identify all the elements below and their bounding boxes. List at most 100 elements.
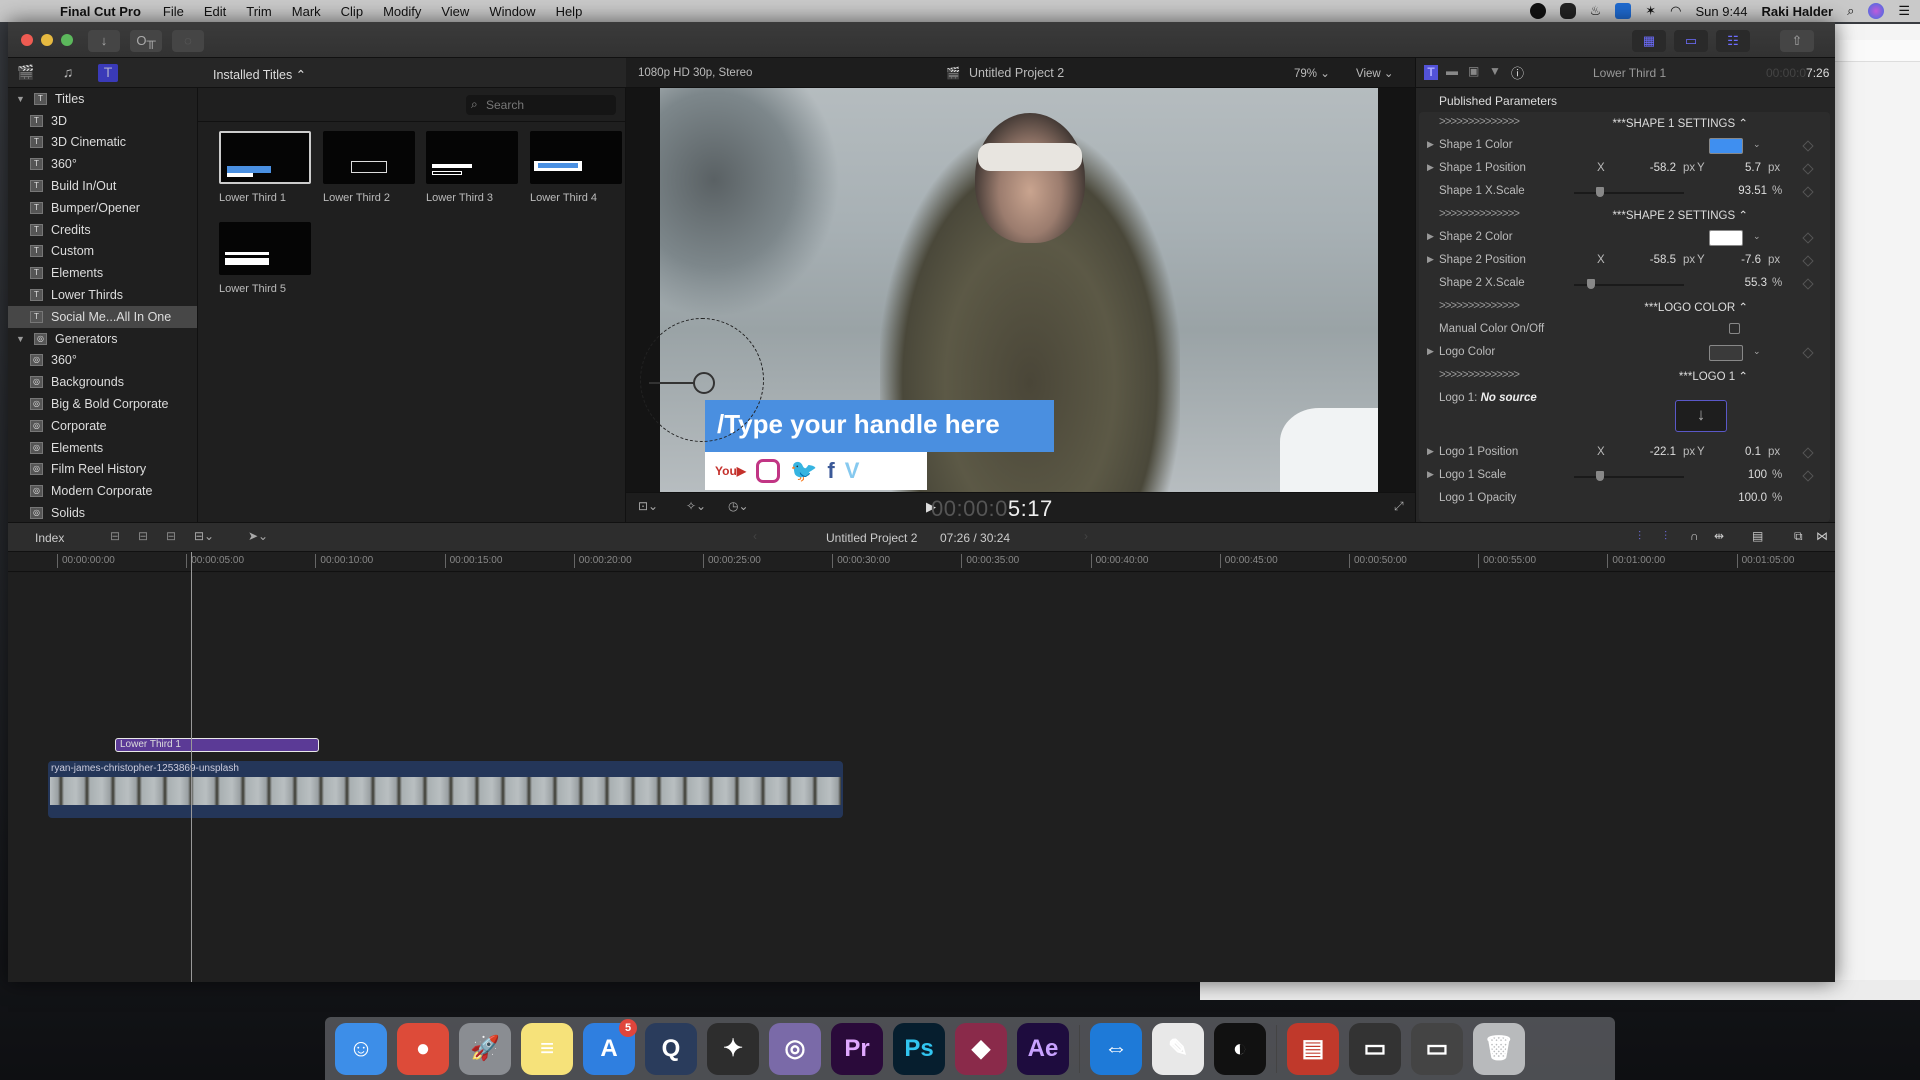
value-field[interactable]: 100 <box>1709 469 1767 481</box>
disclosure-triangle-icon[interactable]: ▶ <box>1427 254 1434 265</box>
sidebar-item[interactable]: T Custom <box>8 241 197 263</box>
dock-window-preview-1-icon[interactable]: ▭ <box>1349 1022 1401 1075</box>
dock-app-store-icon[interactable]: A5 <box>583 1018 637 1075</box>
y-value-field[interactable]: 5.7 <box>1709 162 1761 174</box>
sidebar-item[interactable]: ◎ Backgrounds <box>8 371 197 393</box>
sidebar-item[interactable]: T 3D Cinematic <box>8 132 197 154</box>
sidebar-item[interactable]: ◎ Big & Bold Corporate <box>8 393 197 415</box>
select-tool-icon[interactable]: ➤⌄ <box>248 529 268 543</box>
y-value-field[interactable]: 0.1 <box>1709 446 1761 458</box>
transform-onscreen-control[interactable] <box>640 318 764 442</box>
connect-clip-icon[interactable]: ⊟ <box>110 529 120 543</box>
background-tasks-button[interactable]: ◌ <box>172 30 204 52</box>
photos-audio-tab-icon[interactable]: ♫ <box>58 64 78 82</box>
teamviewer-icon[interactable] <box>1615 3 1632 19</box>
dock-finder-icon[interactable]: ☺ <box>335 1022 387 1075</box>
title-inspector-icon[interactable]: T <box>1424 65 1438 80</box>
timecode-display[interactable]: 00:00:05:17 <box>931 496 1053 522</box>
dock-after-effects-icon[interactable]: Ae <box>1017 1022 1069 1075</box>
dock-obs-icon[interactable]: ◐ <box>1214 1022 1266 1075</box>
toggle-browser-button[interactable]: ▦ <box>1632 30 1666 52</box>
fullscreen-icon[interactable]: ⤢ <box>1394 499 1404 514</box>
avast-icon[interactable]: ✶ <box>1645 3 1656 19</box>
solo-icon[interactable]: ∩ <box>1690 529 1699 543</box>
dock-textedit-icon[interactable]: ✎ <box>1152 1022 1204 1075</box>
overwrite-clip-icon[interactable]: ⊟⌄ <box>194 529 214 543</box>
playhead[interactable] <box>191 552 192 982</box>
zoom-level-popup[interactable]: 79% ⌄ <box>1294 66 1330 80</box>
dock-window-preview-2-icon[interactable]: ▭ <box>1411 1022 1463 1075</box>
keyframe-icon[interactable] <box>1802 232 1814 244</box>
image-well-drop-zone[interactable]: ↓ <box>1675 400 1727 432</box>
background-window[interactable] <box>1835 24 1920 1000</box>
toggle-timeline-button[interactable]: ▭ <box>1674 30 1708 52</box>
dock-notes-icon[interactable]: ≡ <box>521 1022 573 1075</box>
dock-media-encoder-icon[interactable]: ◆ <box>955 1022 1007 1075</box>
transform-menu-icon[interactable]: ⊡⌄ <box>638 499 658 513</box>
slider-thumb[interactable] <box>1596 471 1604 481</box>
user-name[interactable]: Raki Halder <box>1762 4 1834 19</box>
disclosure-triangle-icon[interactable]: ▼ <box>16 334 28 344</box>
forward-arrow-icon[interactable]: › <box>1084 529 1088 543</box>
sidebar-item[interactable]: T Lower Thirds <box>8 284 197 306</box>
keyframe-icon[interactable] <box>1802 163 1814 175</box>
minimize-window-button[interactable] <box>41 34 53 46</box>
transitions-browser-icon[interactable]: ⋈ <box>1816 529 1828 543</box>
dock-quicktime-icon[interactable]: Q <box>645 1022 697 1075</box>
section-popup[interactable]: ***SHAPE 2 SETTINGS ⌃ <box>1612 208 1748 222</box>
slider-thumb[interactable] <box>1587 279 1596 289</box>
sidebar-item[interactable]: T 3D <box>8 110 197 132</box>
menu-view[interactable]: View <box>431 4 479 19</box>
title-thumb-lower-third-4[interactable] <box>530 131 622 184</box>
sidebar-item[interactable]: T Elements <box>8 262 197 284</box>
manual-color-checkbox[interactable] <box>1729 323 1740 334</box>
value-field[interactable]: 100.0 <box>1709 492 1767 504</box>
value-field[interactable]: 93.51 <box>1709 185 1767 197</box>
slider[interactable] <box>1574 279 1684 289</box>
color-swatch[interactable] <box>1709 138 1743 154</box>
import-button[interactable]: ↓ <box>88 30 120 52</box>
sidebar-item-selected[interactable]: T Social Me...All In One <box>8 305 197 328</box>
disclosure-triangle-icon[interactable]: ▶ <box>1427 446 1434 457</box>
menu-trim[interactable]: Trim <box>236 4 282 19</box>
timeline-ruler[interactable]: 00:00:00:00 00:00:05:00 00:00:10:00 00:00:1… <box>8 552 1835 572</box>
video-inspector-icon[interactable]: ▣ <box>1468 64 1479 78</box>
sidebar-item[interactable]: T Credits <box>8 219 197 241</box>
retime-menu-icon[interactable]: ◷⌄ <box>728 499 749 513</box>
disclosure-triangle-icon[interactable]: ▼ <box>16 94 28 104</box>
siri-icon[interactable] <box>1868 3 1885 19</box>
chevron-down-icon[interactable]: ⌄ <box>1753 231 1761 242</box>
color-swatch[interactable] <box>1709 230 1743 246</box>
menu-mark[interactable]: Mark <box>282 4 331 19</box>
browser-header[interactable]: Installed Titles ⌃ <box>198 58 626 88</box>
dock-chrome-icon[interactable]: ● <box>397 1022 449 1075</box>
keywords-button[interactable]: O╥ <box>130 30 162 52</box>
disclosure-triangle-icon[interactable]: ▶ <box>1427 162 1434 173</box>
section-popup[interactable]: ***SHAPE 1 SETTINGS ⌃ <box>1612 116 1748 130</box>
effects-browser-icon[interactable]: ⧉ <box>1794 529 1803 544</box>
info-inspector-icon[interactable]: ⓘ <box>1511 63 1524 82</box>
color-swatch[interactable] <box>1709 345 1743 361</box>
menu-modify[interactable]: Modify <box>373 4 431 19</box>
chevron-down-icon[interactable]: ⌄ <box>1753 346 1761 357</box>
index-button[interactable]: Index <box>35 531 64 545</box>
toggle-inspector-button[interactable]: ☷ <box>1716 30 1750 52</box>
sidebar-group-generators[interactable]: ▼ ◎ Generators <box>8 328 197 350</box>
sidebar-item[interactable]: ◎ Film Reel History <box>8 459 197 481</box>
x-value-field[interactable]: -22.1 <box>1624 446 1676 458</box>
menu-edit[interactable]: Edit <box>194 4 236 19</box>
installed-titles-popup[interactable]: Installed Titles ⌃ <box>213 68 306 82</box>
wifi-icon[interactable]: ◠ <box>1670 3 1681 19</box>
append-clip-icon[interactable]: ⊟ <box>166 529 176 543</box>
apple-menu-icon[interactable] <box>20 3 36 19</box>
clock[interactable]: Sun 9:44 <box>1695 4 1747 19</box>
titles-generators-tab-icon[interactable]: T <box>98 64 118 82</box>
dock-trash-icon[interactable]: 🗑 <box>1473 1022 1525 1075</box>
sidebar-item[interactable]: T 360° <box>8 153 197 175</box>
dock-final-cut-pro-icon[interactable]: ✦ <box>707 1022 759 1075</box>
rotation-handle[interactable] <box>693 372 715 394</box>
color-inspector-icon[interactable]: ▼ <box>1489 64 1501 78</box>
close-window-button[interactable] <box>21 34 33 46</box>
keyframe-icon[interactable] <box>1802 255 1814 267</box>
skimming-icon[interactable]: ⫶ <box>1638 529 1641 544</box>
